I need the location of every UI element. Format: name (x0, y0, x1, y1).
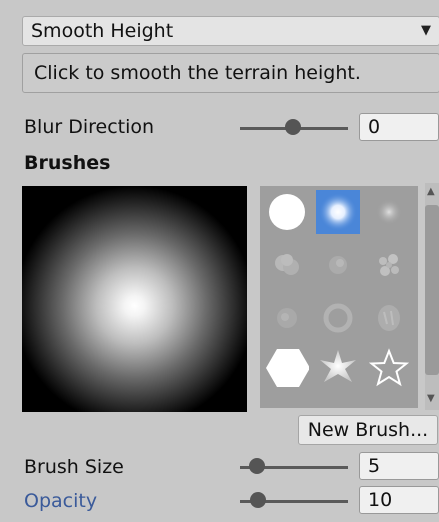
brush-cloud[interactable] (265, 243, 309, 287)
blur-direction-field[interactable]: 0 (359, 113, 439, 141)
brush-splatter[interactable] (367, 243, 411, 287)
noise-brush-icon (277, 308, 297, 328)
brush-size-slider-knob[interactable] (249, 458, 265, 474)
scroll-up-arrow-icon[interactable]: ▲ (427, 186, 435, 197)
scroll-down-arrow-icon[interactable]: ▼ (427, 393, 435, 404)
opacity-label: Opacity (24, 490, 98, 512)
brush-size-field[interactable]: 5 (359, 452, 439, 480)
opacity-slider-knob[interactable] (250, 492, 266, 508)
starburst-brush-icon (320, 350, 356, 382)
dropdown-arrow-icon: ▼ (421, 23, 431, 38)
brush-starburst[interactable] (316, 346, 360, 390)
brush-texture[interactable] (367, 296, 411, 340)
brush-faint-soft[interactable] (367, 190, 411, 234)
blur-direction-slider-knob[interactable] (285, 119, 301, 135)
brush-hexagon[interactable] (265, 346, 309, 390)
brush-hard-round[interactable] (265, 190, 309, 234)
hard-round-brush-icon (269, 194, 305, 230)
cloud-brush-icon (275, 254, 299, 275)
brush-soft-round[interactable] (316, 190, 360, 234)
brush-ring[interactable] (316, 296, 360, 340)
opacity-field[interactable]: 10 (359, 486, 439, 514)
brush-size-label: Brush Size (24, 456, 124, 478)
brush-star-outline[interactable] (367, 346, 411, 390)
new-brush-button[interactable]: New Brush... (298, 415, 438, 445)
splatter-brush-icon (379, 254, 399, 276)
texture-brush-icon (378, 305, 400, 331)
ring-brush-icon (323, 303, 353, 333)
brush-noise[interactable] (265, 296, 309, 340)
brush-preview (22, 186, 247, 412)
brush-leaf[interactable] (316, 243, 360, 287)
brush-grid (260, 186, 418, 408)
tool-dropdown[interactable]: Smooth Height ▼ (22, 16, 439, 46)
hexagon-brush-icon (266, 349, 309, 387)
soft-round-brush-icon (319, 193, 357, 231)
star-outline-brush-icon (369, 348, 409, 387)
tool-dropdown-value: Smooth Height (31, 20, 174, 42)
brushes-heading: Brushes (24, 152, 111, 174)
faint-soft-brush-icon (376, 199, 402, 225)
scrollbar-thumb[interactable] (425, 205, 439, 375)
leaf-brush-icon (329, 256, 347, 274)
blur-direction-label: Blur Direction (24, 116, 155, 138)
tool-description: Click to smooth the terrain height. (22, 53, 439, 93)
